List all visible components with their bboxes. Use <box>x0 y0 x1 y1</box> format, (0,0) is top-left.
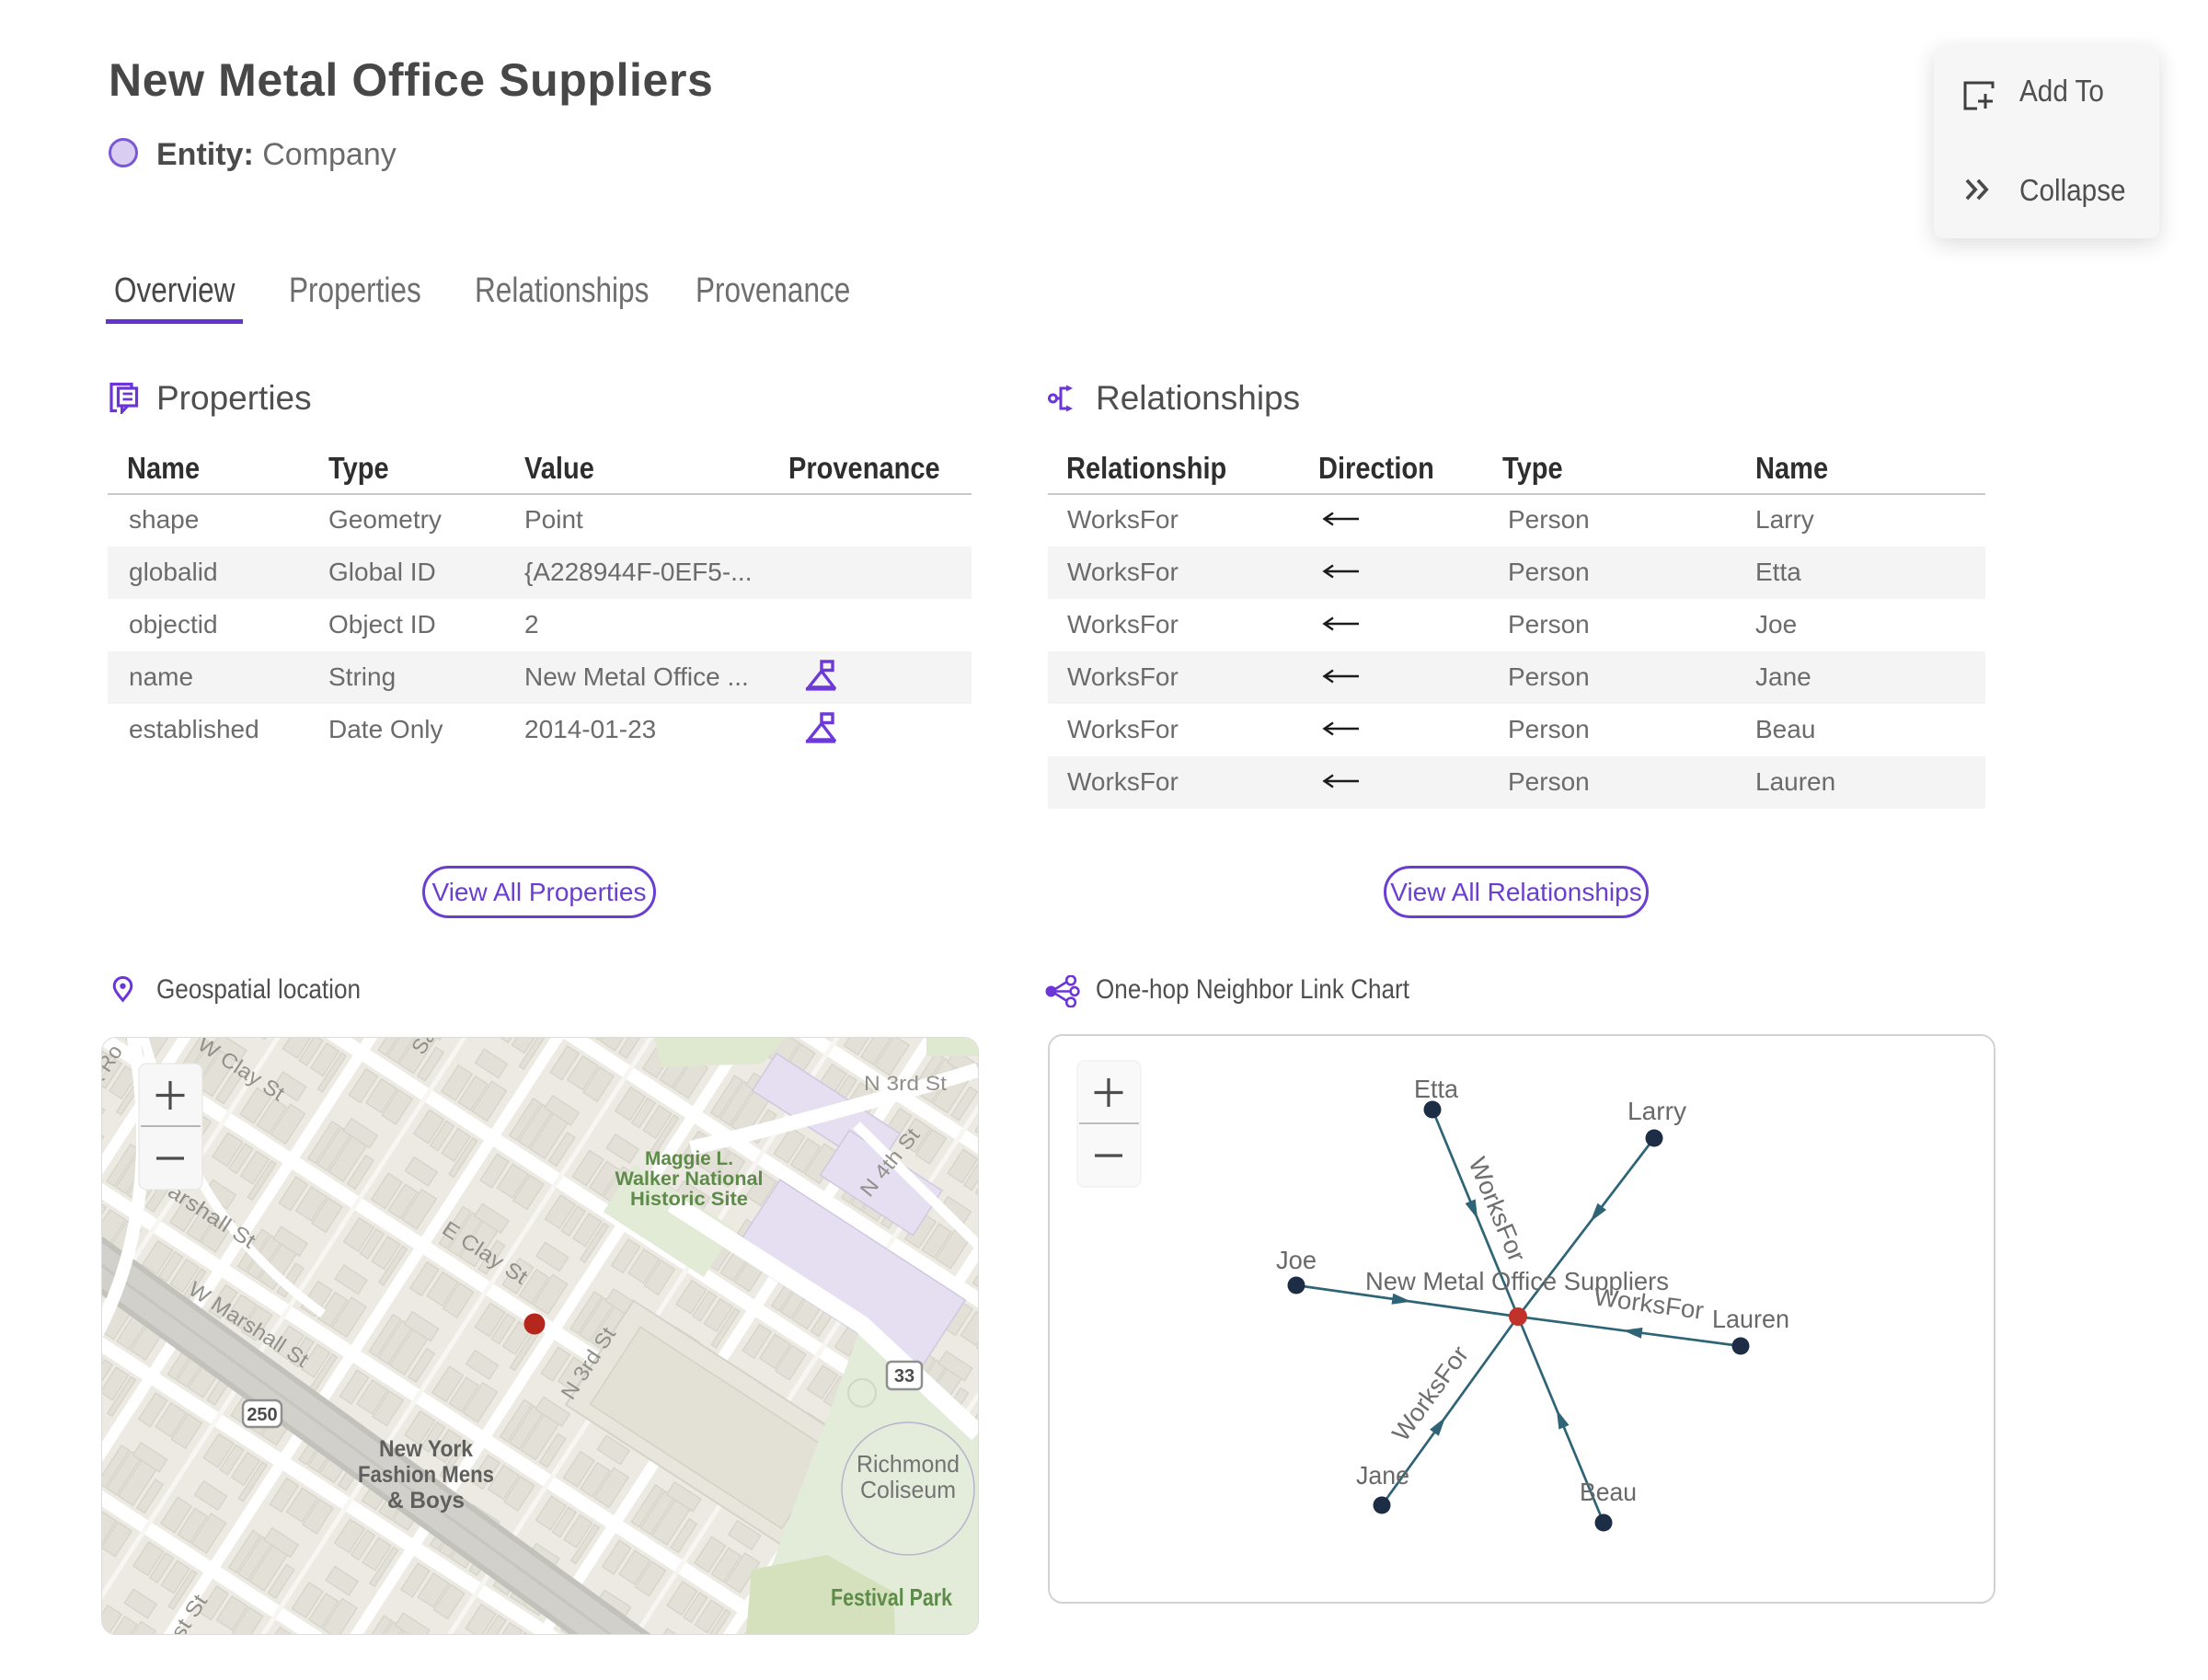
svg-text:Lauren: Lauren <box>1712 1305 1789 1333</box>
svg-text:250: 250 <box>247 1405 277 1425</box>
svg-text:33: 33 <box>894 1366 914 1387</box>
svg-text:Richmond: Richmond <box>857 1450 960 1478</box>
svg-text:Walker National: Walker National <box>615 1168 764 1190</box>
svg-text:Festival Park: Festival Park <box>831 1583 952 1611</box>
svg-text:Fashion Mens: Fashion Mens <box>358 1462 494 1488</box>
svg-text:Larry: Larry <box>1627 1097 1686 1125</box>
svg-text:Etta: Etta <box>1414 1075 1458 1103</box>
svg-text:Jane: Jane <box>1356 1461 1409 1490</box>
svg-text:N 3rd St: N 3rd St <box>864 1072 947 1095</box>
svg-text:Historic Site: Historic Site <box>630 1189 748 1210</box>
svg-text:Beau: Beau <box>1580 1478 1637 1506</box>
svg-text:Coliseum: Coliseum <box>860 1476 956 1503</box>
svg-text:& Boys: & Boys <box>387 1488 465 1513</box>
svg-text:Maggie L.: Maggie L. <box>645 1148 733 1169</box>
svg-text:Joe: Joe <box>1276 1246 1317 1274</box>
svg-text:New York: New York <box>379 1436 473 1462</box>
